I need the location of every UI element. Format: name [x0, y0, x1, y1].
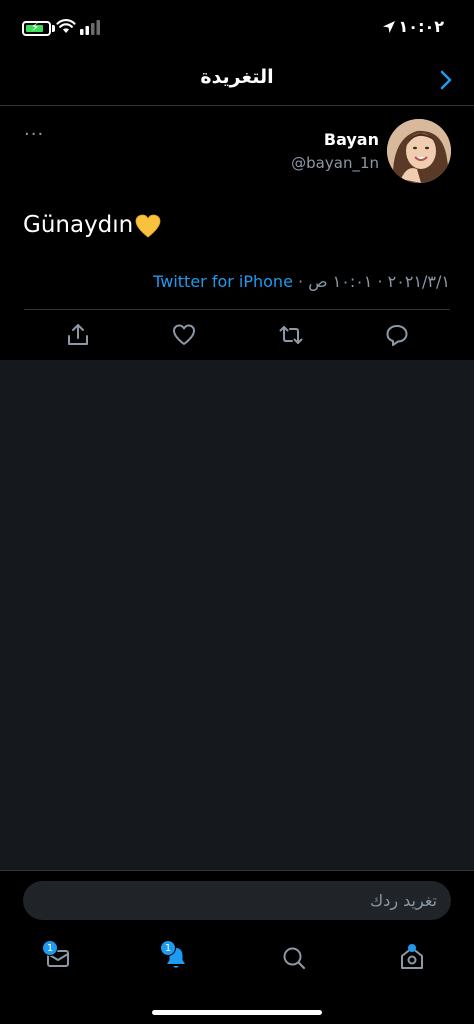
tweet-source-link[interactable]: Twitter for iPhone [153, 272, 293, 291]
messages-badge: 1 [42, 940, 58, 956]
home-indicator [152, 1010, 322, 1015]
location-arrow-icon [383, 21, 395, 33]
tweet-timestamp: ٢٠٢١/٣/١ · ١٠:٠١ ص [308, 272, 450, 291]
search-icon [283, 947, 306, 970]
notifications-badge: 1 [160, 940, 176, 956]
reply-icon[interactable] [384, 322, 410, 348]
retweet-icon[interactable] [278, 322, 304, 348]
tab-home[interactable] [392, 938, 432, 978]
tab-bar: 1 1 [0, 930, 474, 1024]
avatar[interactable] [387, 119, 451, 183]
page-title: التغريدة [200, 66, 274, 88]
tweet-meta: Twitter for iPhone · ٢٠٢١/٣/١ · ١٠:٠١ ص [0, 272, 450, 291]
user-handle[interactable]: @bayan_1n [291, 154, 379, 172]
wifi-icon [56, 19, 76, 33]
meta-separator: · [292, 272, 309, 291]
battery-nub [52, 25, 55, 32]
tweet-body: Günaydın [23, 212, 134, 238]
tab-notifications[interactable]: 1 [156, 938, 196, 978]
tweet-text: Günaydın [23, 212, 161, 238]
replies-area [0, 360, 474, 870]
more-options-icon[interactable]: ··· [24, 126, 44, 144]
heart-icon[interactable] [171, 322, 197, 348]
tab-search[interactable] [274, 938, 314, 978]
chevron-right-icon[interactable] [434, 68, 458, 92]
share-icon[interactable] [65, 322, 91, 348]
tweet: Bayan @bayan_1n ··· Günaydın Twitter for… [0, 106, 474, 360]
battery-charging-icon: ⚡ [22, 20, 51, 36]
user-name[interactable]: Bayan [324, 130, 379, 149]
home-new-dot [408, 944, 416, 952]
reply-composer [0, 870, 474, 930]
reply-input[interactable] [23, 881, 451, 920]
nav-bar: التغريدة [0, 58, 474, 106]
divider [24, 309, 450, 310]
signal-icon [80, 20, 100, 35]
status-time: ١٠:٠٢ [398, 17, 444, 36]
status-bar: ⚡ ١٠:٠٢ [0, 0, 474, 58]
tab-messages[interactable]: 1 [38, 938, 78, 978]
yellow-heart-icon [135, 214, 161, 238]
